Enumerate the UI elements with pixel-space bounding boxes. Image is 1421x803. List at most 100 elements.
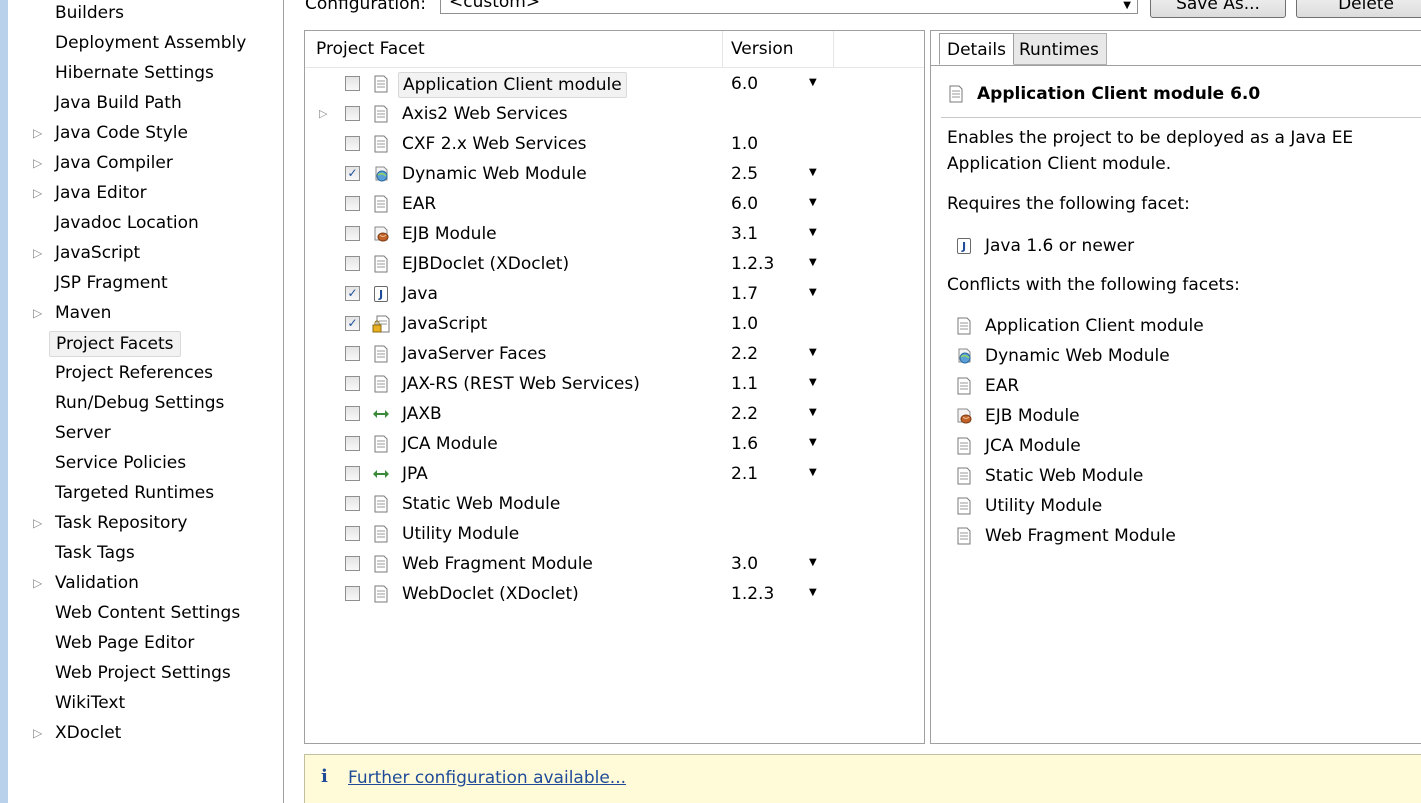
sidebar-item[interactable]: Java Build Path xyxy=(55,90,182,116)
facet-row[interactable]: EJB Module 3.1 ▼ xyxy=(305,219,924,249)
facet-name[interactable]: JAX-RS (REST Web Services) xyxy=(402,369,640,399)
sidebar-divider[interactable] xyxy=(283,0,284,803)
facet-row[interactable]: EJBDoclet (XDoclet) 1.2.3 ▼ xyxy=(305,249,924,279)
facet-checkbox[interactable] xyxy=(345,136,360,151)
facet-name[interactable]: JAXB xyxy=(402,399,442,429)
facet-row[interactable]: ✓ J Java 1.7 ▼ xyxy=(305,279,924,309)
column-header-version[interactable]: Version xyxy=(723,31,834,67)
sidebar-item[interactable]: Server xyxy=(55,420,111,446)
facet-checkbox[interactable] xyxy=(345,196,360,211)
facet-version[interactable]: 1.2.3 xyxy=(731,579,774,609)
facet-version[interactable]: 2.5 xyxy=(731,159,758,189)
facet-row[interactable]: CXF 2.x Web Services 1.0 xyxy=(305,129,924,159)
expand-arrow-icon[interactable]: ▷ xyxy=(33,300,45,326)
chevron-down-icon[interactable]: ▼ xyxy=(809,339,817,367)
chevron-down-icon[interactable]: ▼ xyxy=(809,459,817,487)
facet-version[interactable]: 1.7 xyxy=(731,279,758,309)
facet-row[interactable]: EAR 6.0 ▼ xyxy=(305,189,924,219)
chevron-down-icon[interactable]: ▼ xyxy=(809,399,817,427)
sidebar-item[interactable]: Hibernate Settings xyxy=(55,60,214,86)
expand-arrow-icon[interactable]: ▷ xyxy=(33,570,45,596)
sidebar-item[interactable]: Java Code Style xyxy=(55,120,188,146)
sidebar-item[interactable]: Web Project Settings xyxy=(55,660,231,686)
facet-checkbox[interactable] xyxy=(345,76,360,91)
configuration-select[interactable]: <custom> ▼ xyxy=(440,0,1138,14)
chevron-down-icon[interactable]: ▼ xyxy=(809,429,817,457)
facet-row[interactable]: Application Client module 6.0 ▼ xyxy=(305,69,924,99)
facet-checkbox[interactable] xyxy=(345,586,360,601)
facet-checkbox[interactable] xyxy=(345,106,360,121)
chevron-down-icon[interactable]: ▼ xyxy=(809,249,817,277)
facet-name[interactable]: JavaServer Faces xyxy=(402,339,546,369)
facet-name[interactable]: JavaScript xyxy=(402,309,487,339)
facet-checkbox[interactable] xyxy=(345,466,360,481)
sidebar-item[interactable]: Task Tags xyxy=(55,540,135,566)
sidebar-item[interactable]: JavaScript xyxy=(55,240,140,266)
facet-version[interactable]: 1.6 xyxy=(731,429,758,459)
facet-row[interactable]: Utility Module xyxy=(305,519,924,549)
chevron-down-icon[interactable]: ▼ xyxy=(809,219,817,247)
sidebar-item[interactable]: Deployment Assembly xyxy=(55,30,246,56)
chevron-down-icon[interactable]: ▼ xyxy=(809,159,817,187)
sidebar-item[interactable]: Project Facets xyxy=(49,331,181,357)
expand-arrow-icon[interactable]: ▷ xyxy=(33,720,45,746)
facet-version[interactable]: 1.1 xyxy=(731,369,758,399)
sidebar-item[interactable]: Validation xyxy=(55,570,139,596)
facet-row[interactable]: ✓ Dynamic Web Module 2.5 ▼ xyxy=(305,159,924,189)
delete-button[interactable]: Delete xyxy=(1296,0,1421,18)
sidebar-item[interactable]: Task Repository xyxy=(55,510,188,536)
facet-name[interactable]: EJB Module xyxy=(402,219,497,249)
facet-name[interactable]: EAR xyxy=(402,189,436,219)
facet-row[interactable]: JPA 2.1 ▼ xyxy=(305,459,924,489)
facet-version[interactable]: 2.2 xyxy=(731,399,758,429)
chevron-down-icon[interactable]: ▼ xyxy=(809,549,817,577)
facet-checkbox[interactable] xyxy=(345,526,360,541)
facet-checkbox[interactable] xyxy=(345,226,360,241)
chevron-down-icon[interactable]: ▼ xyxy=(809,189,817,217)
sidebar-item[interactable]: XDoclet xyxy=(55,720,121,746)
facet-version[interactable]: 3.0 xyxy=(731,549,758,579)
sidebar-item[interactable]: Service Policies xyxy=(55,450,186,476)
sidebar-item[interactable]: Targeted Runtimes xyxy=(55,480,214,506)
sidebar-item[interactable]: Web Page Editor xyxy=(55,630,194,656)
facet-checkbox[interactable] xyxy=(345,256,360,271)
sidebar-item[interactable]: WikiText xyxy=(55,690,125,716)
tab-details[interactable]: Details xyxy=(939,33,1014,65)
facet-name[interactable]: JPA xyxy=(402,459,428,489)
facet-checkbox[interactable] xyxy=(345,556,360,571)
column-header-project-facet[interactable]: Project Facet xyxy=(305,31,723,67)
facet-row[interactable]: WebDoclet (XDoclet) 1.2.3 ▼ xyxy=(305,579,924,609)
facet-name[interactable]: Web Fragment Module xyxy=(402,549,593,579)
chevron-down-icon[interactable]: ▼ xyxy=(809,69,817,97)
chevron-down-icon[interactable]: ▼ xyxy=(809,369,817,397)
sidebar-item[interactable]: Java Compiler xyxy=(55,150,173,176)
chevron-down-icon[interactable]: ▼ xyxy=(1123,0,1131,15)
facet-checkbox[interactable]: ✓ xyxy=(345,286,360,301)
facet-name[interactable]: Axis2 Web Services xyxy=(402,99,568,129)
chevron-down-icon[interactable]: ▼ xyxy=(809,579,817,607)
facet-checkbox[interactable] xyxy=(345,496,360,511)
facet-row[interactable]: JAXB 2.2 ▼ xyxy=(305,399,924,429)
facet-name[interactable]: WebDoclet (XDoclet) xyxy=(402,579,579,609)
facet-checkbox[interactable]: ✓ xyxy=(345,316,360,331)
save-as-button[interactable]: Save As... xyxy=(1150,0,1286,18)
facet-row[interactable]: JCA Module 1.6 ▼ xyxy=(305,429,924,459)
facet-name[interactable]: Static Web Module xyxy=(402,489,560,519)
sidebar-item[interactable]: Java Editor xyxy=(55,180,147,206)
facet-version[interactable]: 6.0 xyxy=(731,189,758,219)
facet-checkbox[interactable]: ✓ xyxy=(345,166,360,181)
facet-name[interactable]: EJBDoclet (XDoclet) xyxy=(402,249,569,279)
facet-version[interactable]: 1.2.3 xyxy=(731,249,774,279)
expand-arrow-icon[interactable]: ▷ xyxy=(33,510,45,536)
facet-name[interactable]: Utility Module xyxy=(402,519,519,549)
sidebar-item[interactable]: Project References xyxy=(55,360,213,386)
facet-checkbox[interactable] xyxy=(345,406,360,421)
facet-checkbox[interactable] xyxy=(345,346,360,361)
facet-checkbox[interactable] xyxy=(345,376,360,391)
expand-arrow-icon[interactable]: ▷ xyxy=(319,99,331,129)
expand-arrow-icon[interactable]: ▷ xyxy=(33,180,45,206)
facet-version[interactable]: 6.0 xyxy=(731,69,758,99)
facet-row[interactable]: Static Web Module xyxy=(305,489,924,519)
facet-version[interactable]: 1.0 xyxy=(731,309,758,339)
facet-checkbox[interactable] xyxy=(345,436,360,451)
